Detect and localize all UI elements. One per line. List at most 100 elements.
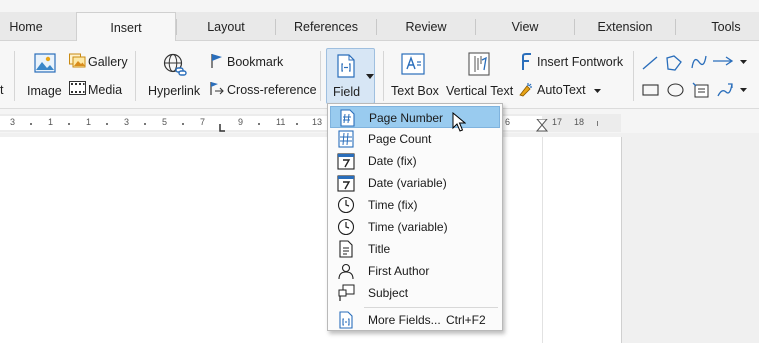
ribbon-separator bbox=[320, 51, 321, 101]
menu-item-date-variable[interactable]: Date (variable) bbox=[330, 172, 500, 194]
insert-fontwork-button-label[interactable]: Insert Fontwork bbox=[537, 55, 623, 69]
menu-item-label: Subject bbox=[368, 286, 409, 300]
menu-item-label: Page Number bbox=[369, 111, 444, 125]
bookmark-icon[interactable] bbox=[210, 53, 224, 69]
fontwork-icon[interactable] bbox=[519, 53, 533, 71]
ribbon-separator bbox=[383, 51, 384, 101]
tab-insert[interactable]: Insert bbox=[76, 12, 176, 42]
ruler-dot bbox=[68, 123, 70, 125]
field-button-label: Field bbox=[333, 85, 361, 99]
menu-item-label: More Fields... bbox=[368, 313, 441, 327]
autotext-icon[interactable] bbox=[518, 81, 534, 97]
clock-icon bbox=[337, 218, 355, 236]
callout-shape-icon[interactable] bbox=[692, 82, 709, 98]
gallery-button-label[interactable]: Gallery bbox=[88, 55, 128, 69]
ruler-dot bbox=[106, 123, 108, 125]
document-page[interactable] bbox=[0, 137, 622, 343]
right-indent-marker-icon[interactable] bbox=[536, 119, 548, 132]
ruler-tick-label: 5 bbox=[162, 117, 168, 127]
ruler-tick-label: 13 bbox=[312, 117, 323, 127]
bookmark-button-label[interactable]: Bookmark bbox=[227, 55, 283, 69]
menu-item-label: Time (fix) bbox=[368, 198, 418, 212]
subject-icon bbox=[338, 284, 355, 301]
ruler-tick-label: 3 bbox=[124, 117, 130, 127]
clock-icon bbox=[337, 196, 355, 214]
menu-item-label: Time (variable) bbox=[368, 220, 448, 234]
chevron-down-icon[interactable] bbox=[594, 89, 601, 93]
ruler-dot bbox=[30, 123, 32, 125]
curve-shape-icon[interactable] bbox=[690, 53, 708, 71]
freeform-shape-icon[interactable] bbox=[716, 82, 734, 98]
hyperlink-icon[interactable] bbox=[163, 53, 187, 77]
menu-item-subject[interactable]: Subject bbox=[330, 282, 500, 304]
autotext-button-label[interactable]: AutoText bbox=[537, 83, 586, 97]
menu-item-label: Date (fix) bbox=[368, 154, 417, 168]
ribbon-separator bbox=[633, 51, 634, 101]
vertical-text-icon[interactable] bbox=[468, 52, 490, 76]
ellipse-shape-icon[interactable] bbox=[667, 83, 684, 97]
field-icon bbox=[339, 311, 353, 329]
ruler-tick-label: 3 bbox=[10, 117, 16, 127]
tab-layout[interactable]: Layout bbox=[177, 12, 275, 41]
ruler-tick-label: 7 bbox=[200, 117, 206, 127]
menu-item-date-fix[interactable]: Date (fix) bbox=[330, 150, 500, 172]
partial-button-label[interactable]: t bbox=[0, 83, 3, 97]
menu-item-title[interactable]: Title bbox=[330, 238, 500, 260]
image-icon[interactable] bbox=[34, 52, 56, 74]
chevron-down-icon[interactable] bbox=[740, 88, 747, 92]
person-icon bbox=[338, 263, 354, 280]
cross-reference-button-label[interactable]: Cross-reference bbox=[227, 83, 317, 97]
menu-item-shortcut: Ctrl+F2 bbox=[446, 313, 486, 327]
polygon-shape-icon[interactable] bbox=[665, 54, 683, 72]
menu-item-page-number[interactable]: Page Number bbox=[330, 106, 500, 128]
media-button-label[interactable]: Media bbox=[88, 83, 122, 97]
menu-item-time-variable[interactable]: Time (variable) bbox=[330, 216, 500, 238]
rectangle-shape-icon[interactable] bbox=[642, 84, 659, 96]
menu-item-label: Page Count bbox=[368, 132, 432, 146]
ruler-tick-label: 6 bbox=[505, 117, 511, 127]
ruler-dot bbox=[296, 123, 298, 125]
text-box-icon[interactable] bbox=[401, 53, 425, 75]
menu-item-label: Date (variable) bbox=[368, 176, 447, 190]
ruler-dot bbox=[258, 123, 260, 125]
calendar-icon bbox=[337, 175, 355, 192]
menu-item-first-author[interactable]: First Author bbox=[330, 260, 500, 282]
ruler-tick-label: 1 bbox=[86, 117, 92, 127]
tab-tools[interactable]: Tools bbox=[676, 12, 759, 41]
insert-ribbon: t Image Gallery Media Hyperlink Bookmark bbox=[0, 41, 759, 109]
menu-item-more-fields[interactable]: More Fields... Ctrl+F2 bbox=[330, 309, 500, 331]
line-shape-icon[interactable] bbox=[641, 55, 659, 71]
arrow-shape-icon[interactable] bbox=[712, 56, 734, 66]
tab-references[interactable]: References bbox=[276, 12, 376, 41]
tab-review[interactable]: Review bbox=[377, 12, 475, 41]
calendar-icon bbox=[337, 153, 355, 170]
menu-item-time-fix[interactable]: Time (fix) bbox=[330, 194, 500, 216]
menu-tab-bar: Home Insert Layout References Review Vie… bbox=[0, 12, 759, 42]
menu-item-page-count[interactable]: Page Count bbox=[330, 128, 500, 150]
text-box-button-label[interactable]: Text Box bbox=[391, 84, 439, 98]
ruler-tick-label: 9 bbox=[238, 117, 244, 127]
field-icon bbox=[337, 54, 355, 78]
ruler-tick-label: 11 bbox=[276, 117, 286, 127]
text-boundary-line bbox=[542, 137, 543, 343]
ruler-dot bbox=[182, 123, 184, 125]
gallery-icon[interactable] bbox=[69, 52, 86, 68]
media-icon[interactable] bbox=[69, 81, 86, 95]
ruler-tick-label: 18 bbox=[574, 117, 585, 127]
cross-reference-icon[interactable] bbox=[209, 81, 225, 96]
ribbon-separator bbox=[14, 51, 15, 101]
menu-separator bbox=[364, 307, 498, 308]
chevron-down-icon bbox=[366, 74, 374, 79]
tab-view[interactable]: View bbox=[476, 12, 574, 41]
field-button[interactable]: Field bbox=[326, 48, 375, 104]
ruler-dash bbox=[597, 121, 598, 126]
chevron-down-icon[interactable] bbox=[740, 60, 747, 64]
image-button-label[interactable]: Image bbox=[27, 84, 62, 98]
field-dropdown-menu: Page Number Page Count Date (fix) Date (… bbox=[327, 103, 503, 331]
ruler-tick-label: 1 bbox=[48, 117, 54, 127]
tab-stop-marker-icon[interactable] bbox=[217, 124, 225, 132]
tab-home[interactable]: Home bbox=[0, 12, 52, 41]
tab-extension[interactable]: Extension bbox=[575, 12, 675, 41]
hyperlink-button-label[interactable]: Hyperlink bbox=[148, 84, 200, 98]
vertical-text-button-label[interactable]: Vertical Text bbox=[446, 84, 513, 98]
